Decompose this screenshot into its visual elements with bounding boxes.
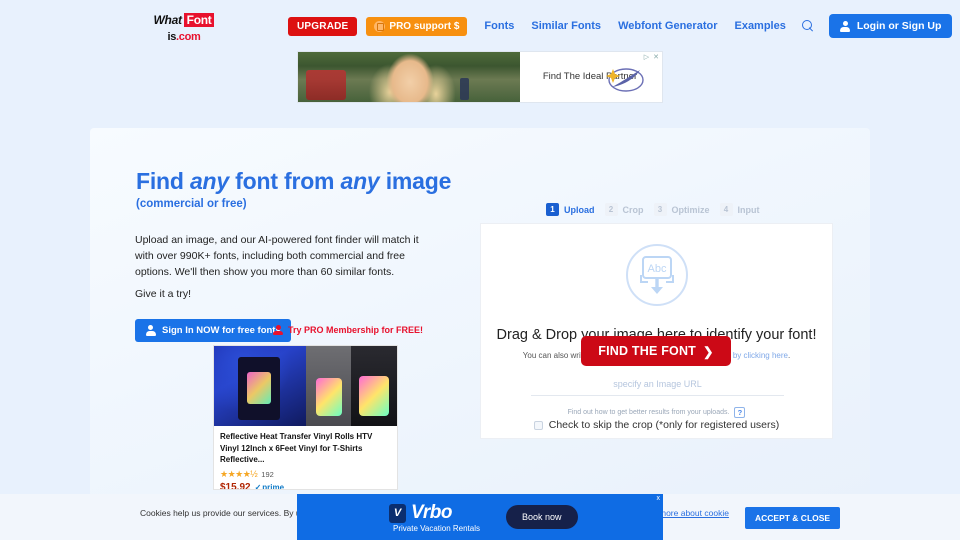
close-icon[interactable]: x: [657, 495, 661, 502]
vrbo-mark-icon: V: [389, 503, 406, 523]
person-icon: [145, 325, 156, 336]
left-ad-price-row: $15.92 prime: [220, 481, 391, 490]
sign-in-label: Sign In NOW for free fonts: [162, 325, 281, 336]
left-ad-image-c: [351, 346, 397, 426]
left-ad-image: [214, 346, 397, 426]
search-icon[interactable]: [801, 19, 815, 33]
top-ad-content: Find The Ideal Partner ▷ ✕: [520, 52, 662, 102]
nav-link-examples[interactable]: Examples: [734, 20, 785, 32]
bottom-banner-ad[interactable]: V Vrbo Private Vacation Rentals Book now…: [297, 494, 663, 540]
step-optimize-label: Optimize: [671, 204, 710, 215]
site-header: What Font is.com UPGRADE PRO support $ F…: [0, 0, 960, 46]
step-optimize-number: 3: [653, 203, 667, 216]
prime-badge: prime: [255, 483, 284, 489]
skip-crop-row[interactable]: Check to skip the crop (*only for regist…: [481, 419, 832, 431]
logo-is-text: is: [167, 31, 177, 43]
step-upload-label: Upload: [564, 204, 595, 215]
help-text: Find out how to get better results from …: [567, 409, 730, 416]
cookie-more-link[interactable]: more about cookie: [659, 508, 729, 518]
find-the-font-button[interactable]: FIND THE FONT ❯: [581, 336, 731, 366]
step-crop-label: Crop: [622, 204, 644, 215]
step-crop-number: 2: [604, 203, 618, 216]
step-input-label: Input: [737, 204, 760, 215]
login-signup-button[interactable]: Login or Sign Up: [828, 14, 953, 38]
top-ad-logo-icon: [606, 68, 644, 92]
left-sidebar-ad[interactable]: Reflective Heat Transfer Vinyl Rolls HTV…: [213, 345, 398, 490]
nav-link-webfont-generator[interactable]: Webfont Generator: [618, 20, 717, 32]
logo-what-text: What: [153, 13, 182, 27]
left-ad-review-count: 192: [261, 469, 274, 479]
step-crop[interactable]: 2 Crop: [604, 203, 644, 216]
cookie-accept-button[interactable]: ACCEPT & CLOSE: [745, 507, 841, 529]
step-input[interactable]: 4 Input: [719, 203, 760, 216]
adchoices-icon[interactable]: ▷ ✕: [644, 53, 660, 61]
pro-support-label: PRO support $: [389, 20, 460, 32]
title-part-3: font from: [228, 168, 341, 194]
step-input-number: 4: [719, 203, 733, 216]
image-url-input[interactable]: [531, 372, 784, 396]
nav-link-fonts[interactable]: Fonts: [484, 20, 514, 32]
pro-support-button[interactable]: PRO support $: [366, 16, 468, 36]
step-upload[interactable]: 1 Upload: [546, 203, 595, 216]
login-signup-label: Login or Sign Up: [856, 20, 942, 32]
site-logo[interactable]: What Font is.com: [148, 13, 220, 44]
sign-in-button[interactable]: Sign In NOW for free fonts: [135, 319, 291, 342]
left-ad-body: Reflective Heat Transfer Vinyl Rolls HTV…: [214, 426, 397, 490]
try-pro-membership-link[interactable]: Try PRO Membership for FREE!: [273, 325, 423, 335]
wizard-steps: 1 Upload 2 Crop 3 Optimize 4 Input: [546, 203, 770, 216]
person-icon: [840, 20, 851, 32]
vrbo-brand-text: Vrbo: [411, 502, 452, 523]
left-ad-title[interactable]: Reflective Heat Transfer Vinyl Rolls HTV…: [220, 431, 391, 466]
svg-text:Abc: Abc: [647, 263, 666, 275]
drop-sub-suffix: .: [787, 351, 791, 360]
book-now-button[interactable]: Book now: [506, 505, 578, 529]
help-question-icon[interactable]: ?: [734, 407, 746, 418]
title-part-5: image: [379, 168, 452, 194]
page-title: Find any font from any image: [136, 168, 451, 195]
left-ad-price: $15.92: [220, 481, 251, 490]
logo-com-text: .com: [176, 31, 201, 43]
vrbo-tagline: Private Vacation Rentals: [393, 524, 481, 533]
try-pro-label: Try PRO Membership for FREE!: [288, 325, 424, 335]
upload-panel[interactable]: Abc Drag & Drop your image here to ident…: [480, 223, 833, 439]
pro-badge-icon: [374, 20, 386, 32]
help-row: Find out how to get better results from …: [481, 407, 832, 418]
hero-paragraph: Upload an image, and our AI-powered font…: [135, 234, 419, 278]
left-ad-image-a: [214, 346, 306, 426]
title-part-1: Find: [136, 168, 190, 194]
chevron-right-icon: ❯: [703, 344, 714, 359]
title-part-4-emphasis: any: [340, 168, 380, 194]
main-nav: UPGRADE PRO support $ Fonts Similar Font…: [288, 14, 953, 38]
hero-paragraph-2: Give it a try!: [135, 288, 192, 300]
top-ad-photo: [298, 52, 520, 102]
find-the-font-label: FIND THE FONT: [598, 344, 697, 358]
skip-crop-checkbox[interactable]: [533, 420, 543, 430]
person-icon-red: [273, 325, 283, 335]
logo-line-1: What Font: [148, 13, 220, 27]
nav-link-similar-fonts[interactable]: Similar Fonts: [531, 20, 601, 32]
left-ad-rating: ★★★★½ 192: [220, 469, 391, 480]
image-upload-abc-icon: Abc: [625, 244, 688, 306]
title-part-2-emphasis: any: [189, 168, 229, 194]
hero-card: Find any font from any image (commercial…: [90, 128, 870, 500]
vrbo-logo: V Vrbo: [389, 502, 452, 524]
page-subtitle: (commercial or free): [136, 198, 247, 210]
upgrade-button[interactable]: UPGRADE: [288, 16, 358, 36]
left-ad-image-b: [305, 346, 352, 426]
cookie-text: Cookies help us provide our services. By…: [140, 508, 317, 518]
star-rating-icon: ★★★★½: [220, 468, 258, 479]
logo-font-badge: Font: [183, 13, 215, 27]
top-banner-ad[interactable]: Find The Ideal Partner ▷ ✕: [297, 51, 663, 103]
step-upload-number: 1: [546, 203, 559, 216]
skip-crop-label: Check to skip the crop (*only for regist…: [548, 419, 780, 431]
bottom-ad-inner: V Vrbo Private Vacation Rentals Book now…: [297, 494, 663, 540]
logo-line-2: is.com: [148, 28, 220, 44]
step-optimize[interactable]: 3 Optimize: [653, 203, 710, 216]
